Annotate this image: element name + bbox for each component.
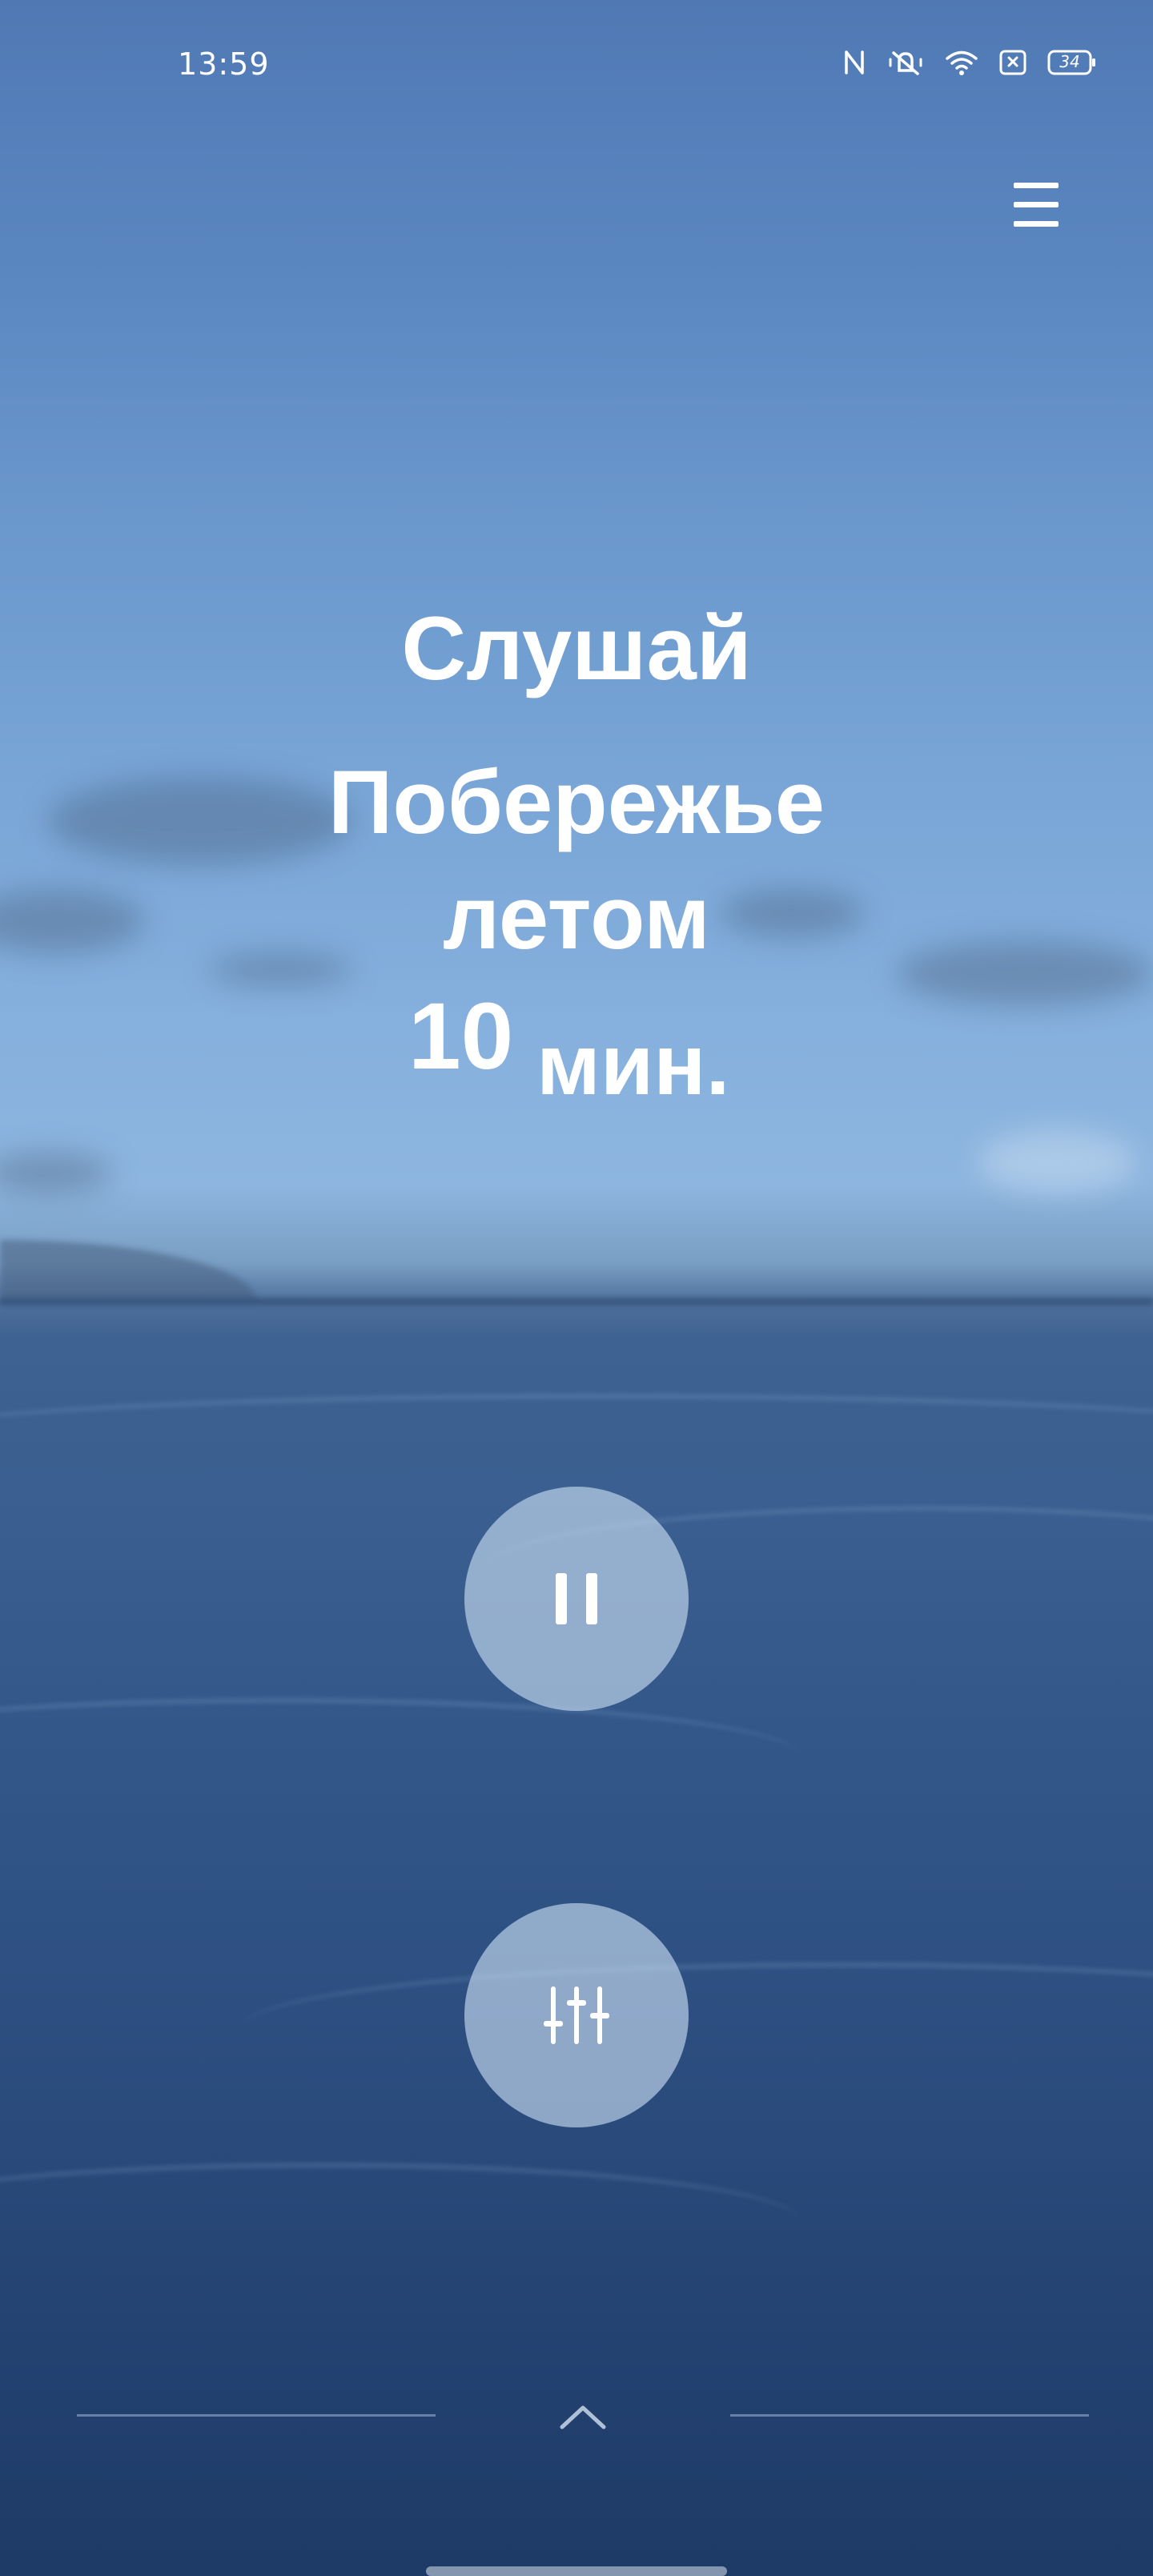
duration-unit: мин. (536, 1016, 730, 1113)
track-name-line-1: Побережье (327, 752, 826, 852)
battery-icon: 34 (1047, 50, 1097, 75)
status-icons: 34 (842, 48, 1097, 77)
chevron-up-icon[interactable] (557, 2401, 609, 2433)
pause-bar (586, 1573, 597, 1624)
close-box-icon (999, 50, 1026, 75)
wave (0, 1698, 801, 1815)
duration-value: 10 (408, 984, 514, 1089)
pause-bar (556, 1573, 567, 1624)
sound-mixer-button[interactable] (464, 1903, 689, 2127)
wave (0, 1394, 1153, 1495)
cloud (977, 1129, 1137, 1193)
home-indicator[interactable] (426, 2566, 727, 2576)
cloud (0, 1153, 112, 1193)
wave (240, 1962, 1153, 2095)
wifi-icon (945, 49, 978, 76)
divider-line-right (730, 2414, 1089, 2417)
mute-vibrate-icon (887, 48, 924, 77)
battery-level: 34 (1059, 52, 1080, 71)
session-duration: 10 мин. (0, 982, 1153, 1113)
horizon-line (0, 1298, 1153, 1306)
divider-line-left (77, 2414, 436, 2417)
distant-coastline (0, 1240, 256, 1301)
status-time: 13:59 (178, 46, 270, 82)
pause-button[interactable] (464, 1487, 689, 1711)
hamburger-menu-icon[interactable] (1006, 179, 1070, 229)
wave (0, 2163, 801, 2280)
track-name-line-2: летом (443, 867, 710, 968)
meditation-player-screen: 13:59 34 Слушай Побережье летом 10 мин. (0, 0, 1153, 2576)
listen-label: Слушай (401, 598, 752, 698)
nfc-icon (842, 49, 866, 76)
menu-line (1014, 202, 1059, 207)
session-title-block: Слушай Побережье летом 10 мин. (0, 593, 1153, 1113)
menu-line (1014, 183, 1059, 188)
status-bar: 13:59 34 (0, 0, 1153, 128)
track-name: Побережье летом (0, 745, 1153, 976)
sliders-icon (539, 1978, 614, 2057)
menu-line (1014, 221, 1059, 227)
